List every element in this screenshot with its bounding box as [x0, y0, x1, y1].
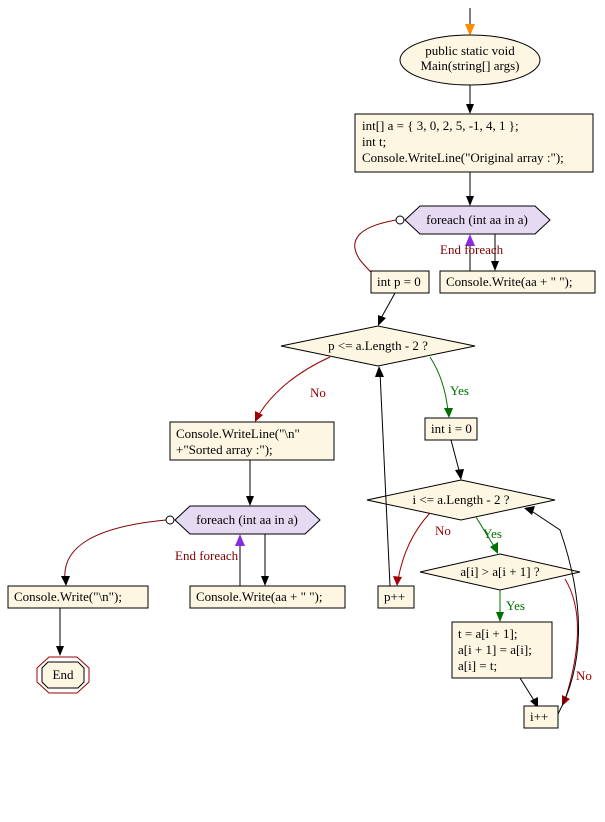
arrow-icon	[235, 534, 245, 546]
node-end: End	[37, 657, 89, 693]
arrow-icon	[246, 496, 254, 506]
foreach1-label: foreach (int aa in a)	[426, 212, 528, 227]
foreach1-exit-circle	[396, 216, 404, 224]
swapcond-label: a[i] > a[i + 1] ?	[460, 564, 539, 579]
node-main: public static void Main(string[] args)	[400, 35, 540, 85]
yes-label2: Yes	[483, 526, 502, 541]
init-line1: int[] a = { 3, 0, 2, 5, -1, 4, 1 };	[362, 118, 519, 133]
node-pcond: p <= a.Length - 2 ?	[281, 326, 475, 366]
arrow-icon	[56, 646, 64, 656]
arrow-icon	[466, 196, 474, 206]
arrow-icon	[261, 576, 269, 586]
ppp-label: p++	[384, 589, 405, 604]
write1-label: Console.Write(aa + " ");	[446, 274, 572, 289]
arrow-icon	[466, 104, 474, 114]
node-sorted: Console.WriteLine("\n" +"Sorted array :"…	[170, 422, 334, 460]
node-ppp: p++	[378, 586, 414, 608]
i0-label: int i = 0	[431, 421, 472, 436]
node-icond: i <= a.Length - 2 ?	[367, 480, 555, 520]
swap-line2: a[i + 1] = a[i];	[458, 642, 532, 657]
no-label3: No	[576, 668, 592, 683]
p0-label: int p = 0	[377, 274, 421, 289]
arrow-icon	[393, 576, 402, 586]
no-label1: No	[310, 385, 326, 400]
swap-line3: a[i] = t;	[458, 658, 497, 673]
arrow-icon	[255, 411, 263, 422]
node-foreach2: foreach (int aa in a)	[175, 506, 320, 534]
end-foreach2-label: End foreach	[175, 548, 239, 563]
no-label2: No	[435, 523, 451, 538]
arrow-icon	[524, 506, 535, 515]
arrow-icon	[378, 315, 386, 326]
foreach2-label: foreach (int aa in a)	[196, 512, 298, 527]
edge	[380, 372, 390, 586]
sorted-line2: +"Sorted array :");	[176, 442, 273, 457]
write2-label: Console.Write(aa + " ");	[196, 589, 322, 604]
node-writeN: Console.Write("\n");	[8, 586, 148, 608]
node-i0: int i = 0	[425, 418, 477, 440]
ipp-label: i++	[530, 709, 548, 724]
yes-label: Yes	[450, 383, 469, 398]
edge	[520, 678, 535, 702]
yes-label3: Yes	[506, 598, 525, 613]
main-line2: Main(string[] args)	[420, 58, 519, 73]
edge	[398, 513, 430, 580]
node-swap: t = a[i + 1]; a[i + 1] = a[i]; a[i] = t;	[452, 622, 552, 678]
node-init: int[] a = { 3, 0, 2, 5, -1, 4, 1 }; int …	[355, 114, 593, 172]
arrow-icon	[455, 469, 464, 480]
start-arrow-icon	[465, 8, 475, 36]
edge	[65, 520, 166, 580]
node-write2: Console.Write(aa + " ");	[190, 586, 345, 608]
main-line1: public static void	[425, 43, 515, 58]
edge	[355, 220, 396, 278]
node-ipp: i++	[524, 706, 558, 728]
pcond-label: p <= a.Length - 2 ?	[328, 338, 428, 353]
edge	[430, 357, 448, 412]
node-p0: int p = 0	[371, 271, 429, 293]
edge	[530, 510, 579, 714]
arrow-icon	[491, 261, 499, 271]
sorted-line1: Console.WriteLine("\n"	[176, 426, 300, 441]
arrow-icon	[375, 366, 384, 377]
foreach2-exit-circle	[166, 516, 174, 524]
end-label: End	[53, 667, 74, 682]
swap-line1: t = a[i + 1];	[458, 626, 517, 641]
icond-label: i <= a.Length - 2 ?	[413, 492, 510, 507]
arrow-icon	[61, 576, 70, 586]
writeN-label: Console.Write("\n");	[14, 589, 122, 604]
arrow-icon	[496, 612, 504, 622]
init-line2: int t;	[362, 134, 386, 149]
node-foreach1: foreach (int aa in a)	[405, 206, 550, 234]
edge	[380, 293, 395, 320]
node-write1: Console.Write(aa + " ");	[440, 271, 595, 293]
arrow-icon	[490, 542, 498, 554]
node-swapcond: a[i] > a[i + 1] ?	[420, 554, 580, 590]
init-line3: Console.WriteLine("Original array :");	[362, 150, 564, 165]
arrow-icon	[444, 408, 453, 418]
end-foreach1-label: End foreach	[440, 242, 504, 257]
edge	[451, 440, 460, 474]
